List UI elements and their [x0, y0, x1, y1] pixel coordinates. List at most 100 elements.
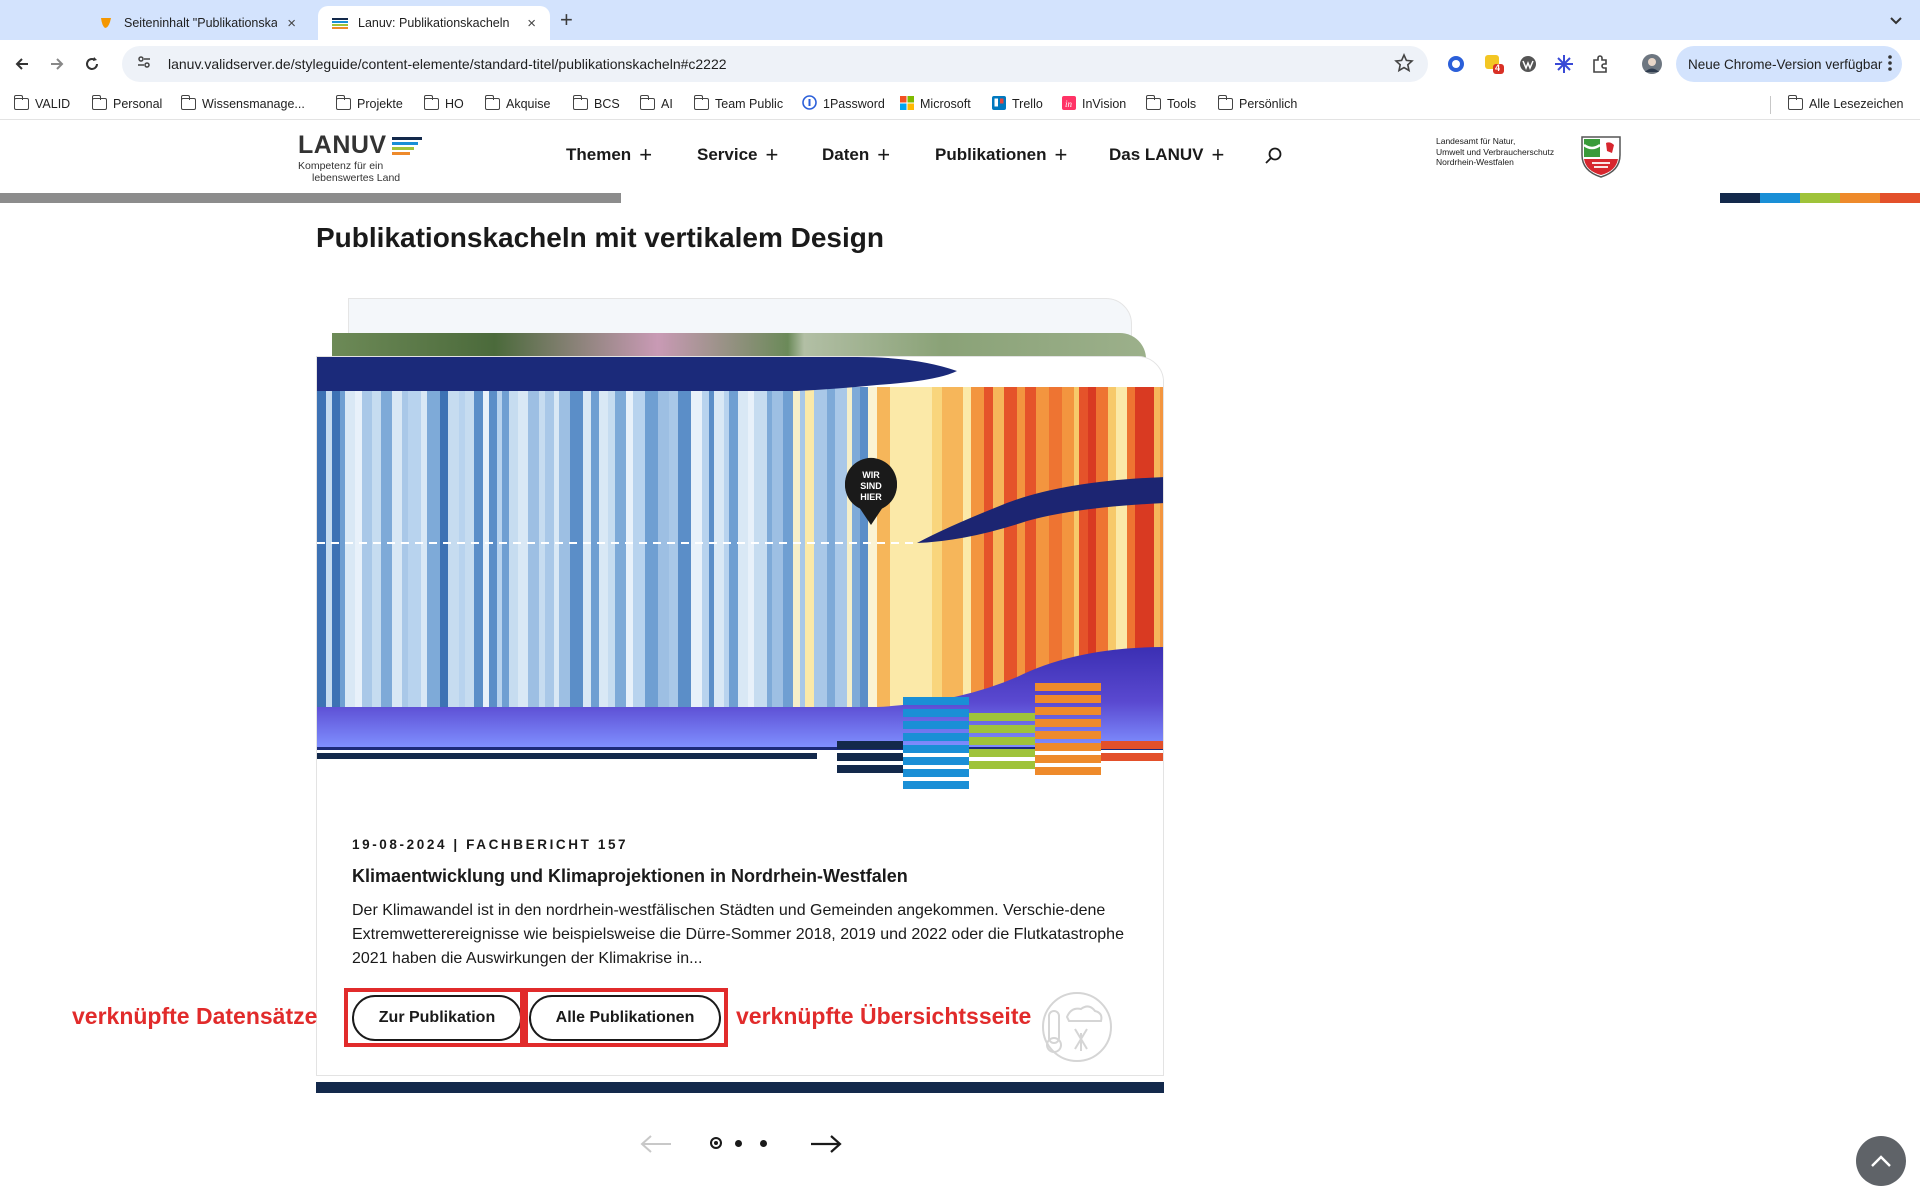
typo3-icon: [98, 15, 114, 31]
projection-bar: [1035, 707, 1101, 715]
projection-bar: [1035, 731, 1101, 739]
plus-icon: +: [1211, 142, 1225, 167]
new-tab-button[interactable]: +: [560, 8, 573, 32]
close-tab-icon[interactable]: ×: [287, 15, 296, 32]
climate-stripe: [820, 387, 827, 717]
projection-bar: [1035, 695, 1101, 703]
bookmark-wissensmanagement[interactable]: Wissensmanage...: [180, 94, 305, 114]
bookmark-label: Tools: [1167, 97, 1197, 111]
nav-daten[interactable]: Daten +: [822, 144, 890, 166]
close-tab-icon[interactable]: ×: [527, 15, 536, 32]
lanuv-logo[interactable]: LANUV Kompetenz für ein lebenswertes Lan…: [298, 131, 438, 185]
climate-stripe: [729, 387, 738, 717]
microsoft-icon: [900, 95, 914, 113]
nav-publikationen[interactable]: Publikationen +: [935, 144, 1067, 166]
projection-bar: [903, 769, 969, 777]
agency-name: Landesamt für Natur, Umwelt und Verbrauc…: [1436, 136, 1554, 168]
projection-bar: [1035, 755, 1101, 763]
bookmark-trello[interactable]: Trello: [992, 94, 1043, 114]
password-extension-icon[interactable]: [1444, 52, 1468, 76]
bookmark-microsoft[interactable]: Microsoft: [900, 94, 971, 114]
tab-search-chevron-icon[interactable]: [1884, 9, 1908, 33]
sparkle-extension-icon[interactable]: [1552, 52, 1576, 76]
climate-stripe: [448, 387, 459, 717]
climate-stripe: [489, 387, 497, 717]
carousel-prev-arrow-icon[interactable]: [636, 1128, 676, 1160]
climate-stripe: [814, 387, 820, 717]
projection-bar: [903, 721, 969, 729]
climate-stripe: [545, 387, 554, 717]
projection-bar: [837, 741, 903, 749]
card-bottom-bar: [316, 1082, 1164, 1093]
chrome-update-button[interactable]: Neue Chrome-Version verfügbar: [1676, 46, 1902, 82]
logo-tagline: Kompetenz für ein: [298, 160, 384, 172]
bookmark-projekte[interactable]: Projekte: [335, 94, 403, 114]
climate-stripe: [615, 387, 626, 717]
bookmark-valid[interactable]: VALID: [13, 94, 70, 114]
reload-icon[interactable]: [80, 52, 104, 76]
address-bar[interactable]: lanuv.validserver.de/styleguide/content-…: [122, 46, 1428, 82]
url-text[interactable]: lanuv.validserver.de/styleguide/content-…: [168, 56, 727, 72]
nav-service[interactable]: Service +: [697, 144, 778, 166]
carousel-dot[interactable]: [760, 1140, 767, 1147]
bookmark-ai[interactable]: AI: [639, 94, 673, 114]
carousel-next-arrow-icon[interactable]: [806, 1128, 846, 1160]
bookmark-ho[interactable]: HO: [423, 94, 464, 114]
climate-stripe: [518, 387, 528, 717]
extension-badge-icon[interactable]: 4: [1482, 52, 1506, 76]
bookmark-label: Wissensmanage...: [202, 97, 305, 111]
more-menu-icon[interactable]: [1888, 54, 1892, 75]
projection-bar: [903, 709, 969, 717]
bookmark-team-public[interactable]: Team Public: [693, 94, 783, 114]
folder-icon: [423, 95, 439, 110]
climate-stripe: [474, 387, 483, 717]
site-info-icon[interactable]: [136, 54, 152, 75]
climate-stripe: [691, 387, 702, 717]
plus-icon: +: [639, 142, 653, 167]
wordpress-extension-icon[interactable]: [1516, 52, 1540, 76]
extensions-puzzle-icon[interactable]: [1588, 52, 1612, 76]
climate-stripe: [626, 387, 633, 717]
scroll-to-top-button[interactable]: [1856, 1136, 1906, 1186]
climate-stripe: [984, 387, 993, 717]
agency-line: Umwelt und Verbraucherschutz: [1436, 146, 1555, 157]
brand-color-strip: [1720, 193, 1920, 203]
bookmark-bcs[interactable]: BCS: [572, 94, 620, 114]
publication-cover-image: WIR SIND HIER: [317, 357, 1163, 797]
climate-stripe: [738, 387, 748, 717]
bookmark-invision[interactable]: in InVision: [1062, 94, 1126, 114]
tab-backend[interactable]: Seiteninhalt "Publikationskacheln" ×: [84, 6, 310, 40]
climate-stripe: [633, 387, 645, 717]
nav-label: Service: [697, 145, 758, 164]
bookmark-akquise[interactable]: Akquise: [484, 94, 550, 114]
nav-das-lanuv[interactable]: Das LANUV +: [1109, 142, 1225, 167]
bookmark-star-icon[interactable]: [1394, 53, 1414, 78]
bookmark-1password[interactable]: 1Password: [802, 94, 885, 114]
forward-arrow-icon[interactable]: [45, 52, 69, 76]
brand-color-segment: [1800, 193, 1840, 203]
search-icon[interactable]: [1264, 146, 1284, 166]
profile-avatar[interactable]: [1640, 52, 1664, 76]
bookmark-tools[interactable]: Tools: [1145, 94, 1197, 114]
climate-stripe: [932, 387, 942, 717]
tab-lanuv[interactable]: Lanuv: Publikationskacheln ×: [318, 6, 550, 40]
back-arrow-icon[interactable]: [10, 52, 34, 76]
bookmark-label: Persönlich: [1239, 97, 1298, 111]
projection-bar: [969, 725, 1035, 733]
climate-stripe: [920, 387, 925, 717]
bookmark-personal[interactable]: Personal: [91, 94, 162, 114]
climate-stripe: [709, 387, 714, 717]
projection-bar: [969, 761, 1035, 769]
bookmark-persoenlich[interactable]: Persönlich: [1217, 94, 1298, 114]
nav-label: Themen: [566, 145, 632, 164]
climate-stripe: [583, 387, 591, 717]
climate-stripe: [950, 387, 963, 717]
all-bookmarks[interactable]: Alle Lesezeichen: [1787, 94, 1904, 114]
carousel-dot[interactable]: [710, 1137, 722, 1149]
projection-bar: [837, 765, 903, 773]
climate-stripe: [326, 387, 332, 717]
carousel-dot[interactable]: [735, 1140, 742, 1147]
annotation-label-right: verknüpfte Übersichtsseite: [736, 1003, 1032, 1029]
nav-themen[interactable]: Themen +: [566, 142, 653, 167]
climate-stripe: [372, 387, 381, 717]
